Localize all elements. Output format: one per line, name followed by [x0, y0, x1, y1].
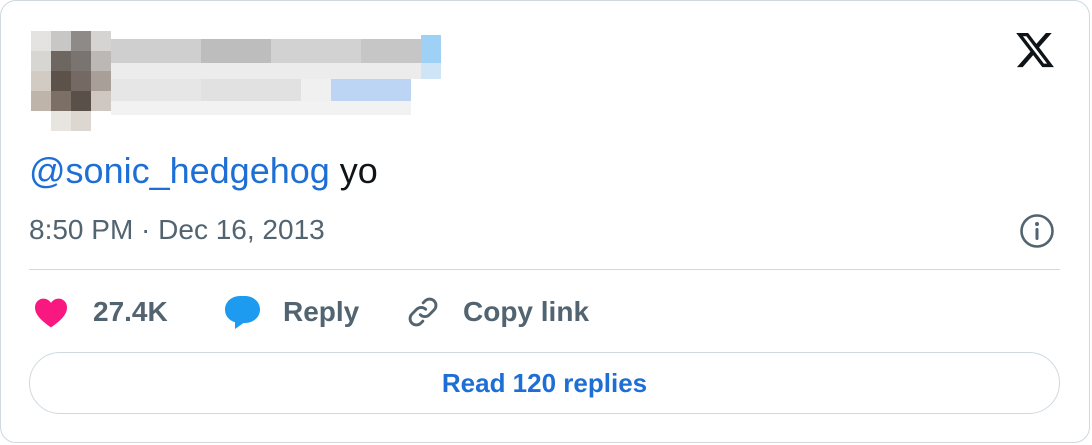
like-count: 27.4K	[93, 296, 168, 327]
tweet-text: @sonic_hedgehog yo	[29, 149, 378, 193]
heart-icon	[35, 298, 67, 328]
read-replies-button[interactable]: Read 120 replies	[29, 352, 1060, 414]
tweet-embed-card: @sonic_hedgehog yo 8:50 PM · Dec 16, 201…	[0, 0, 1090, 443]
x-logo-icon[interactable]	[1011, 29, 1059, 71]
mention-link[interactable]: @sonic_hedgehog	[29, 150, 330, 191]
copy-link-button[interactable]: Copy link	[405, 291, 589, 333]
divider	[29, 269, 1060, 270]
link-icon	[408, 297, 438, 327]
reply-button[interactable]: Reply	[223, 291, 359, 333]
read-replies-label: Read 120 replies	[441, 367, 648, 398]
speech-bubble-icon	[225, 296, 260, 329]
reply-label: Reply	[283, 296, 360, 327]
like-button[interactable]: 27.4K	[33, 291, 168, 333]
tweet-timestamp[interactable]: 8:50 PM · Dec 16, 2013	[29, 213, 325, 247]
info-icon[interactable]	[1018, 212, 1056, 250]
tweet-body: yo	[329, 150, 378, 191]
copy-link-label: Copy link	[463, 296, 590, 327]
